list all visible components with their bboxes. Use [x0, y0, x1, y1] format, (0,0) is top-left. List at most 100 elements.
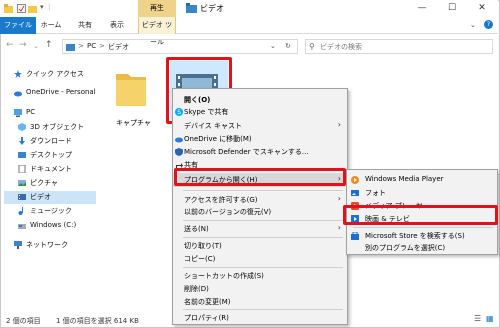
menu-item-open[interactable]: 開く(O) [173, 94, 347, 106]
help-icon[interactable]: ? [484, 20, 493, 29]
menu-item-label: OneDrive に移動(M) [184, 135, 252, 143]
sidebar-item-music[interactable]: ミュージック [4, 205, 96, 218]
sidebar-item-desktop[interactable]: デスクトップ [4, 149, 96, 162]
sidebar-item-network[interactable]: ネットワーク [4, 239, 96, 252]
svg-text:S: S [177, 109, 181, 116]
document-icon [18, 164, 26, 174]
sidebar-item-label: ドキュメント [30, 165, 72, 173]
menu-item-properties[interactable]: プロパティ(R) [173, 312, 347, 324]
address-dropdown-icon[interactable]: ⌄ [270, 42, 276, 50]
search-input[interactable]: ⚲ ビデオの検索 [305, 39, 493, 54]
menu-item-cast-to-device[interactable]: デバイス キャスト › [173, 120, 347, 132]
large-icons-view-icon[interactable]: ▦ [486, 314, 494, 323]
close-button[interactable]: ✕ [468, 0, 496, 17]
search-placeholder: ビデオの検索 [320, 43, 362, 51]
sidebar-item-documents[interactable]: ドキュメント [4, 163, 96, 176]
menu-item-label: 送る(N) [184, 225, 209, 233]
submenu-item-label: Windows Media Player [365, 175, 444, 183]
maximize-button[interactable]: ☐ [438, 0, 466, 17]
properties-icon[interactable] [17, 4, 26, 13]
sidebar-item-pc[interactable]: PC [4, 107, 96, 120]
window-title: ビデオ [200, 4, 224, 13]
menu-item-give-access[interactable]: アクセスを許可する(G) › [173, 194, 347, 206]
media-player-icon [351, 176, 359, 184]
refresh-icon[interactable]: ↻ [285, 42, 291, 50]
ribbon-tabs: ファイル ホーム 共有 表示 ビデオ ツール ⌄ ? [0, 17, 498, 46]
movies-tv-highlight [343, 205, 498, 225]
sidebar-item-windows-drive[interactable]: Windows (C:) [4, 220, 96, 233]
address-field[interactable]: > PC > ビデオ ⌄ ↻ [62, 39, 298, 54]
menu-item-cut[interactable]: 切り取り(T) [173, 240, 347, 252]
menu-item-defender-scan[interactable]: Microsoft Defender でスキャンする... [173, 146, 347, 158]
pc-icon [14, 109, 22, 117]
sidebar-item-3d-objects[interactable]: 3D オブジェクト [4, 121, 96, 134]
address-folder-icon [66, 43, 75, 53]
forward-arrow-icon[interactable]: → [19, 40, 27, 50]
store-icon [351, 231, 359, 240]
picture-icon [18, 179, 26, 187]
up-arrow-icon[interactable]: ↑ [45, 40, 53, 50]
tab-view[interactable]: 表示 [104, 17, 130, 34]
skype-icon: S [175, 108, 183, 116]
capture-folder-label[interactable]: キャプチャ [116, 118, 151, 128]
tab-share[interactable]: 共有 [72, 17, 98, 34]
cloud-icon [14, 89, 22, 97]
sidebar-item-label: ピクチャ [30, 179, 58, 187]
menu-item-label: 開く(O) [184, 96, 211, 104]
menu-item-rename[interactable]: 名前の変更(M) [173, 296, 347, 308]
menu-item-label: デバイス キャスト [184, 122, 243, 130]
menu-item-skype-share[interactable]: S Skype で共有 [173, 106, 347, 118]
cube-icon [18, 123, 26, 131]
sidebar-item-pictures[interactable]: ピクチャ [4, 177, 96, 190]
sidebar-item-label: Windows (C:) [30, 221, 77, 229]
sidebar-item-onedrive[interactable]: OneDrive - Personal [4, 87, 96, 100]
menu-item-restore-previous[interactable]: 以前のバージョンの復元(V) [173, 206, 347, 218]
menu-item-label: 切り取り(T) [184, 242, 222, 250]
menu-item-delete[interactable]: 削除(D) [173, 283, 347, 295]
sidebar-item-label: ミュージック [30, 207, 72, 215]
capture-folder-icon[interactable] [112, 66, 150, 108]
tab-home[interactable]: ホーム [38, 17, 64, 34]
menu-item-copy[interactable]: コピー(C) [173, 253, 347, 265]
status-item-count: 2 個の項目 [6, 317, 41, 325]
status-selected: 1 個の項目を選択 614 KB [56, 317, 139, 325]
onedrive-icon [175, 135, 183, 143]
open-with-highlight [174, 168, 346, 186]
sidebar-item-downloads[interactable]: ダウンロード [4, 135, 96, 148]
submenu-item-label: Microsoft Store を検索する(S) [365, 232, 465, 240]
submenu-item-label: フォト [365, 189, 386, 197]
submenu-item-store-search[interactable]: Microsoft Store を検索する(S) [347, 230, 497, 242]
menu-item-create-shortcut[interactable]: ショートカットの作成(S) [173, 270, 347, 282]
drive-icon [18, 222, 26, 230]
submenu-item-windows-media-player[interactable]: Windows Media Player [347, 174, 497, 186]
network-icon [14, 241, 22, 249]
new-folder-icon[interactable] [28, 4, 37, 13]
menu-item-send-to[interactable]: 送る(N) › [173, 223, 347, 235]
breadcrumb-video[interactable]: ビデオ [108, 42, 129, 52]
minimize-button[interactable]: — [408, 0, 436, 17]
submenu-arrow-icon: › [337, 223, 341, 232]
recent-dropdown-icon[interactable]: ⌄ [33, 42, 39, 50]
sidebar-item-label: OneDrive - Personal [26, 88, 96, 96]
menu-separator [183, 309, 343, 310]
sidebar-item-videos[interactable]: ビデオ [4, 191, 96, 204]
details-view-icon[interactable]: ☰ [474, 314, 481, 323]
path-separator-2: > [99, 42, 105, 50]
sidebar-item-label: 3D オブジェクト [30, 123, 85, 131]
sidebar-item-label: クイック アクセス [26, 70, 84, 78]
breadcrumb-pc[interactable]: PC [87, 42, 96, 50]
sidebar-item-label: ネットワーク [26, 241, 68, 249]
address-bar-row: ← → ⌄ ↑ > PC > ビデオ ⌄ ↻ ⚲ ビデオの検索 [0, 35, 498, 57]
submenu-item-photos[interactable]: フォト [347, 187, 497, 199]
submenu-item-choose-another-app[interactable]: 別のプログラムを選択(C) [347, 242, 497, 254]
sidebar-item-quick-access[interactable]: クイック アクセス [4, 68, 96, 81]
photos-icon [351, 189, 359, 197]
ribbon-expand-icon[interactable]: ⌄ [470, 21, 476, 29]
menu-item-move-to-onedrive[interactable]: OneDrive に移動(M) [173, 133, 347, 145]
title-bar: ▾ | 再生 ビデオ — ☐ ✕ [0, 0, 498, 17]
quick-access-toolbar-dropdown-icon[interactable]: ▾ [40, 3, 44, 11]
tab-file[interactable]: ファイル [0, 17, 36, 34]
sidebar-item-label: ビデオ [30, 193, 51, 201]
tab-video-tools[interactable]: ビデオ ツール [138, 17, 176, 46]
back-arrow-icon[interactable]: ← [6, 40, 14, 50]
